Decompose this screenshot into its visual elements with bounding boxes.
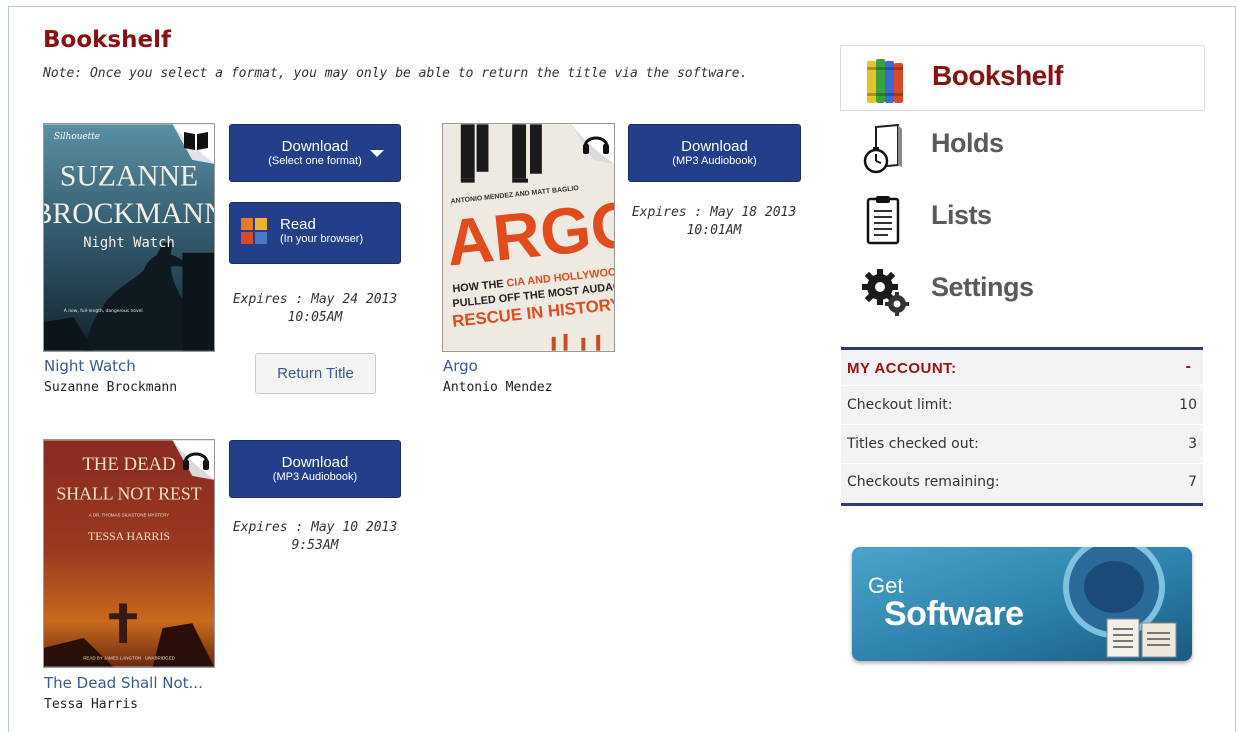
svg-text:A new, full-length, dangerous: A new, full-length, dangerous novel <box>64 308 143 314</box>
read-label: Read <box>280 216 316 233</box>
ebook-icon <box>184 132 208 150</box>
my-account-panel: MY ACCOUNT: - Checkout limit: 10 Titles … <box>841 347 1203 506</box>
read-browser-icon <box>241 218 267 244</box>
expiry-text: Expires : May 10 2013 9:53AM <box>232 520 398 553</box>
divider <box>841 463 1203 464</box>
account-row: Checkout limit: 10 <box>847 397 1197 413</box>
svg-text:READ BY JAMES LANGTON · UNABRI: READ BY JAMES LANGTON · UNABRIDGED <box>83 656 175 661</box>
headphones-icon <box>183 452 209 470</box>
download-sublabel: (MP3 Audiobook) <box>272 471 358 483</box>
headphones-icon <box>583 136 609 154</box>
format-note: Note: Once you select a format, you may … <box>43 66 748 81</box>
divider <box>841 424 1203 425</box>
page-title: Bookshelf <box>43 27 171 53</box>
account-row: Titles checked out: 3 <box>847 436 1197 452</box>
nav-label: Settings <box>931 272 1034 302</box>
book-cover-the-dead-shall-not-rest[interactable]: THE DEAD SHALL NOT REST A DR. THOMAS SIL… <box>43 439 215 668</box>
chevron-down-icon <box>370 150 384 157</box>
svg-text:SHALL NOT REST: SHALL NOT REST <box>56 484 201 504</box>
stopwatch-book-icon <box>863 123 902 174</box>
nav-bookshelf[interactable]: Bookshelf <box>840 45 1205 111</box>
book-cover-argo[interactable]: ANTONIO MENDEZ AND MATT BAGLIO ARGO HOW … <box>442 123 615 352</box>
divider <box>841 385 1203 386</box>
svg-text:THE DEAD: THE DEAD <box>82 454 175 475</box>
download-label: Download <box>681 138 748 155</box>
svg-text:A DR. THOMAS SILKSTONE MYSTERY: A DR. THOMAS SILKSTONE MYSTERY <box>89 512 169 517</box>
download-mp3-button[interactable]: Download (MP3 Audiobook) <box>229 440 401 498</box>
nav-holds[interactable]: Holds <box>840 114 1205 180</box>
books-icon <box>867 59 903 103</box>
book-author: Tessa Harris <box>44 697 138 712</box>
read-sublabel: (In your browser) <box>280 233 364 245</box>
read-in-browser-button[interactable]: Read (In your browser) <box>229 202 401 264</box>
expiry-text: Expires : May 24 2013 10:05AM <box>232 292 398 325</box>
clipboard-icon <box>866 196 900 245</box>
svg-text:SUZANNE: SUZANNE <box>60 161 198 193</box>
book-cover-night-watch[interactable]: Silhouette SUZANNE BROCKMANN Night Watch… <box>43 123 215 352</box>
nav-settings[interactable]: Settings <box>840 258 1205 324</box>
download-label: Download <box>281 454 349 471</box>
nav-lists[interactable]: Lists <box>840 186 1205 252</box>
gears-icon <box>862 269 909 316</box>
book-author: Suzanne Brockmann <box>44 380 178 395</box>
book-author: Antonio Mendez <box>443 380 553 395</box>
download-mp3-button[interactable]: Download (MP3 Audiobook) <box>628 124 801 182</box>
software-label: Software <box>884 595 1024 633</box>
svg-text:TESSA HARRIS: TESSA HARRIS <box>88 529 170 543</box>
svg-text:BROCKMANN: BROCKMANN <box>44 198 214 230</box>
book-title-link[interactable]: Night Watch <box>44 357 136 375</box>
book-title-link[interactable]: Argo <box>443 357 478 375</box>
nav-label: Holds <box>931 128 1004 158</box>
expiry-text: Expires : May 18 2013 10:01AM <box>631 205 797 238</box>
return-title-button[interactable]: Return Title <box>255 353 376 394</box>
download-sublabel: (MP3 Audiobook) <box>672 155 757 167</box>
nav-label: Bookshelf <box>932 60 1063 91</box>
nav-label: Lists <box>931 200 992 230</box>
account-row: Checkouts remaining: 7 <box>847 474 1197 490</box>
book-title-link[interactable]: The Dead Shall Not... <box>44 674 203 692</box>
collapse-toggle[interactable]: - <box>1186 358 1191 376</box>
download-format-button[interactable]: Download (Select one format) <box>229 124 401 182</box>
cover-publisher: Silhouette <box>54 132 100 142</box>
get-software-banner[interactable]: Get Software <box>852 547 1192 661</box>
svg-text:Night Watch: Night Watch <box>83 235 175 251</box>
account-heading: MY ACCOUNT: <box>847 360 957 377</box>
